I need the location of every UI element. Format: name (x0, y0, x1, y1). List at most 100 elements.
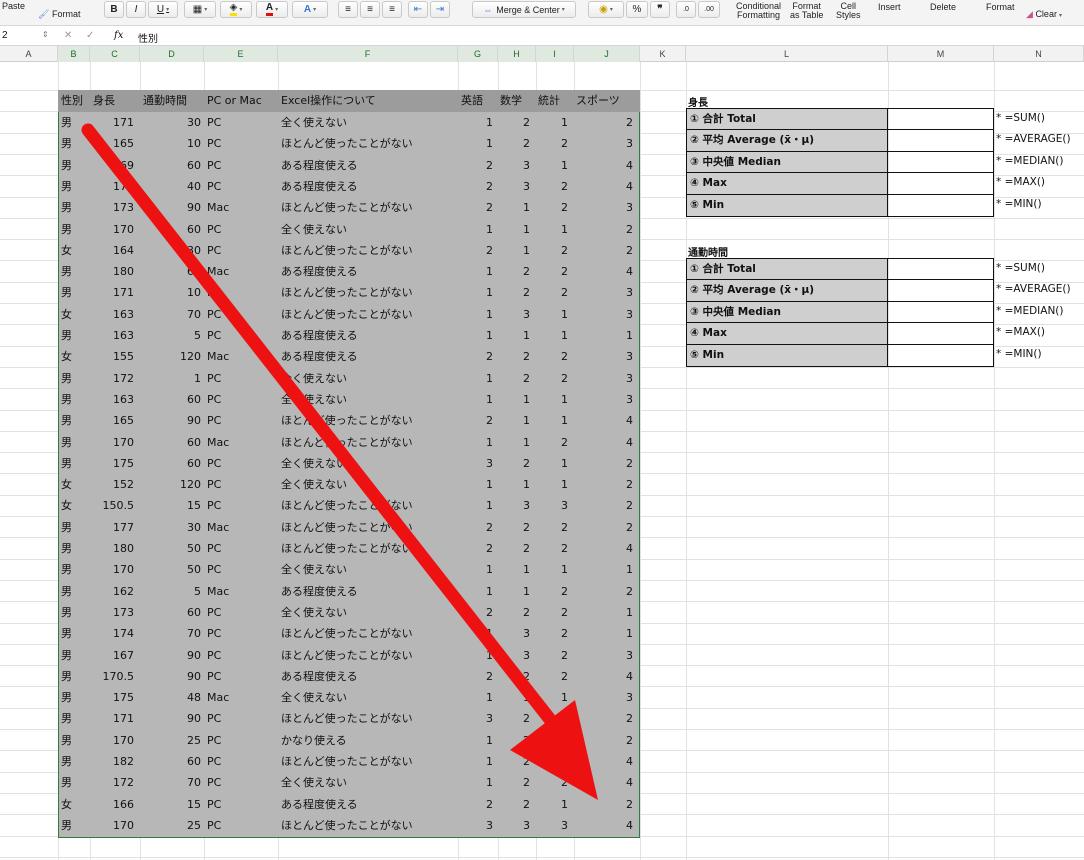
table-cell[interactable]: 1 (459, 133, 493, 155)
table-cell[interactable]: 3 (575, 133, 633, 155)
table-cell[interactable]: 男 (61, 261, 72, 283)
table-cell[interactable]: 1 (499, 410, 530, 432)
table-cell[interactable]: 3 (537, 495, 568, 517)
table-cell[interactable]: 70 (141, 623, 201, 645)
table-cell[interactable]: 30 (141, 112, 201, 134)
table-cell[interactable]: 2 (537, 538, 568, 560)
table-cell[interactable]: ある程度使える (281, 666, 358, 688)
table-cell[interactable]: 3 (537, 815, 568, 837)
table-cell[interactable]: 2 (499, 602, 530, 624)
table-cell[interactable]: PC (207, 602, 221, 624)
table-cell[interactable]: 全く使えない (281, 368, 347, 390)
table-cell[interactable]: 1 (537, 794, 568, 816)
align-left-button[interactable]: ≡ (338, 1, 358, 18)
column-header-cell[interactable]: Excel操作について (281, 90, 376, 112)
table-cell[interactable]: 163 (91, 325, 134, 347)
table-cell[interactable]: 1 (499, 581, 530, 603)
table-cell[interactable]: 2 (575, 730, 633, 752)
table-cell[interactable]: 155 (91, 346, 134, 368)
stats-label[interactable]: ② 平均 Average (x̄・μ) (687, 130, 888, 151)
table-cell[interactable]: 1 (499, 389, 530, 411)
table-cell[interactable]: 1 (459, 282, 493, 304)
table-cell[interactable]: 男 (61, 730, 72, 752)
stats-value-cell[interactable] (889, 130, 993, 151)
table-cell[interactable]: 2 (575, 581, 633, 603)
table-cell[interactable]: PC (207, 325, 221, 347)
table-cell[interactable]: 3 (499, 155, 530, 177)
column-header-cell[interactable]: 英語 (461, 90, 483, 112)
table-cell[interactable]: 2 (499, 453, 530, 475)
table-cell[interactable]: 2 (499, 368, 530, 390)
column-header-cell[interactable]: スポーツ (576, 90, 620, 112)
increase-decimal-button[interactable]: .0 (676, 1, 696, 18)
table-cell[interactable]: 3 (575, 645, 633, 667)
table-cell[interactable]: 2 (459, 517, 493, 539)
table-cell[interactable]: 174 (91, 623, 134, 645)
table-cell[interactable]: 171 (91, 708, 134, 730)
table-cell[interactable]: PC (207, 772, 221, 794)
table-cell[interactable]: 1 (459, 645, 493, 667)
table-cell[interactable]: ある程度使える (281, 176, 358, 198)
italic-button[interactable]: I (126, 1, 146, 18)
table-cell[interactable]: 2 (499, 751, 530, 773)
borders-button[interactable]: ▦ ▾ (184, 1, 216, 18)
table-cell[interactable]: 1 (575, 602, 633, 624)
table-cell[interactable]: 全く使えない (281, 474, 347, 496)
column-header-cell[interactable]: 身長 (93, 90, 115, 112)
table-cell[interactable]: PC (207, 133, 221, 155)
table-cell[interactable]: 2 (537, 623, 568, 645)
column-header-c[interactable]: C (90, 46, 140, 62)
fill-color-button[interactable]: ◈ ▾ (220, 1, 252, 18)
stats-value-cell[interactable] (889, 194, 993, 216)
table-cell[interactable]: 173 (91, 602, 134, 624)
table-cell[interactable]: 15 (141, 495, 201, 517)
underline-button[interactable]: U ▾ (148, 1, 178, 18)
table-cell[interactable]: ほとんど使ったことがない (281, 815, 413, 837)
table-cell[interactable]: 男 (61, 687, 72, 709)
table-cell[interactable]: 2 (459, 197, 493, 219)
table-cell[interactable]: 90 (141, 410, 201, 432)
table-cell[interactable]: ある程度使える (281, 325, 358, 347)
table-cell[interactable]: 5 (141, 581, 201, 603)
table-cell[interactable]: 3 (499, 623, 530, 645)
table-cell[interactable]: 1 (537, 389, 568, 411)
table-cell[interactable]: 男 (61, 751, 72, 773)
table-cell[interactable]: 男 (61, 368, 72, 390)
column-header-cell[interactable]: 数学 (500, 90, 522, 112)
table-cell[interactable]: PC (207, 730, 221, 752)
table-cell[interactable]: 1 (537, 474, 568, 496)
table-cell[interactable]: 2 (537, 751, 568, 773)
table-cell[interactable]: 1 (499, 432, 530, 454)
table-cell[interactable]: 4 (575, 815, 633, 837)
confirm-icon[interactable]: ✓ (86, 30, 94, 41)
decrease-decimal-button[interactable]: .00 (698, 1, 720, 18)
table-cell[interactable]: 女 (61, 304, 72, 326)
table-cell[interactable]: 2 (537, 197, 568, 219)
table-cell[interactable]: 2 (459, 176, 493, 198)
table-cell[interactable]: 1 (537, 304, 568, 326)
column-header-cell[interactable]: 性別 (61, 90, 83, 112)
table-cell[interactable]: 2 (575, 453, 633, 475)
format-as-table-button[interactable]: Format as Table (790, 2, 823, 20)
table-cell[interactable]: 男 (61, 623, 72, 645)
table-cell[interactable]: 2 (499, 538, 530, 560)
table-cell[interactable]: 女 (61, 495, 72, 517)
table-cell[interactable]: 152 (91, 474, 134, 496)
stats-value-cell[interactable] (889, 151, 993, 173)
table-cell[interactable]: 4 (575, 261, 633, 283)
stats-label[interactable]: ⑤ Min (687, 194, 888, 216)
table-cell[interactable]: 170 (91, 219, 134, 241)
table-cell[interactable]: 女 (61, 794, 72, 816)
table-cell[interactable]: 男 (61, 389, 72, 411)
table-cell[interactable]: 4 (575, 176, 633, 198)
table-cell[interactable]: 30 (141, 240, 201, 262)
table-cell[interactable]: 180 (91, 261, 134, 283)
table-cell[interactable]: 170 (91, 815, 134, 837)
column-header-cell[interactable]: PC or Mac (207, 90, 262, 112)
table-cell[interactable]: ある程度使える (281, 261, 358, 283)
table-cell[interactable]: 175 (91, 687, 134, 709)
table-cell[interactable]: ほとんど使ったことがない (281, 538, 413, 560)
column-header-e[interactable]: E (204, 46, 278, 62)
table-cell[interactable]: 3 (499, 304, 530, 326)
column-header-g[interactable]: G (458, 46, 498, 62)
